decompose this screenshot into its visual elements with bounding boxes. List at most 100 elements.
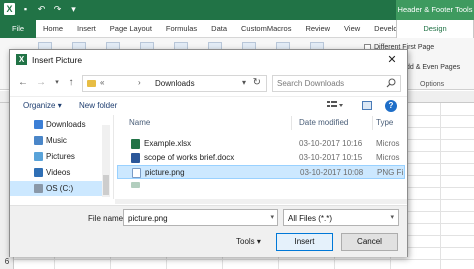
sidebar-item-label: Pictures <box>46 152 75 161</box>
dialog-toolbar: Organize ▾ New folder ? <box>10 96 407 114</box>
tab-insert[interactable]: Insert <box>70 20 103 38</box>
file-date: 03-10-2017 10:08 <box>300 168 364 177</box>
preview-pane-icon[interactable] <box>362 101 372 110</box>
tab-design[interactable]: Design <box>396 20 474 38</box>
file-list: Name Date modified Type Example.xlsx 03-… <box>115 115 407 199</box>
help-icon[interactable]: ? <box>385 100 397 112</box>
chevron-down-icon: ▾ <box>256 237 261 246</box>
sidebar-item-label: Music <box>46 136 67 145</box>
refresh-icon[interactable]: ↻ <box>253 77 261 88</box>
excel-file-icon <box>131 182 140 188</box>
excel-logo-icon: X <box>4 3 15 15</box>
column-header-name[interactable]: Name <box>129 118 150 127</box>
quick-access-toolbar: X ▪ ↶ ↷ ▾ <box>4 3 79 15</box>
options-group-label: Options <box>420 81 445 88</box>
file-name-field[interactable]: picture.png ▾ <box>123 209 278 226</box>
file-list-scrollbar[interactable] <box>115 199 407 204</box>
file-type-select[interactable]: All Files (*.*) ▾ <box>283 209 399 226</box>
column-divider[interactable] <box>291 116 292 130</box>
insert-picture-dialog: X Insert Picture ✕ ← → ▾ ↑ « › Downloads… <box>9 49 408 257</box>
odd-even-pages-option[interactable]: dd & Even Pages <box>406 64 460 71</box>
tab-home[interactable]: Home <box>36 20 70 38</box>
close-icon[interactable]: ✕ <box>381 52 403 68</box>
row-number[interactable]: 6 <box>0 257 14 266</box>
file-name-value: picture.png <box>128 214 168 223</box>
file-type: Micros <box>376 153 400 162</box>
file-row-partial[interactable] <box>117 180 405 192</box>
chevron-down-icon[interactable]: ▾ <box>270 213 274 221</box>
chevron-down-icon: ▾ <box>390 214 394 221</box>
cancel-button[interactable]: Cancel <box>341 233 398 251</box>
gridline <box>14 259 474 260</box>
scrollbar-thumb[interactable] <box>103 175 109 195</box>
new-folder-button[interactable]: New folder <box>79 101 117 110</box>
sidebar-item-music[interactable]: Music <box>10 133 102 148</box>
videos-icon <box>34 168 43 177</box>
file-type: PNG Fi <box>377 168 404 177</box>
breadcrumb-downloads[interactable]: Downloads <box>155 79 195 88</box>
forward-arrow-icon[interactable]: → <box>35 76 47 90</box>
navigation-bar: ← → ▾ ↑ « › Downloads ▾ ↻ Search Downloa… <box>10 72 407 94</box>
file-name: picture.png <box>145 168 185 177</box>
search-input[interactable]: Search Downloads <box>272 75 401 92</box>
breadcrumb-overflow[interactable]: « <box>100 78 104 87</box>
tab-file[interactable]: File <box>0 20 36 38</box>
word-file-icon <box>131 153 140 163</box>
organize-button[interactable]: Organize ▾ <box>23 101 62 110</box>
back-arrow-icon[interactable]: ← <box>17 76 29 90</box>
tab-formulas[interactable]: Formulas <box>159 20 204 38</box>
sidebar-item-label: Videos <box>46 168 71 177</box>
sidebar-item-videos[interactable]: Videos <box>10 165 102 180</box>
file-date: 03-10-2017 10:16 <box>299 139 363 148</box>
drive-icon <box>34 184 43 193</box>
gridline <box>440 103 441 269</box>
image-file-icon <box>132 168 141 178</box>
file-name-label: File name: <box>88 214 126 223</box>
tab-custom-macros[interactable]: CustomMacros <box>234 20 298 38</box>
column-divider[interactable] <box>372 116 373 130</box>
file-type: Micros <box>376 139 400 148</box>
sidebar-item-pictures[interactable]: Pictures <box>10 149 102 164</box>
file-row[interactable]: scope of works brief.docx 03-10-2017 10:… <box>117 151 405 165</box>
dialog-title-bar: X Insert Picture ✕ <box>10 50 407 70</box>
file-date: 03-10-2017 10:15 <box>299 153 363 162</box>
excel-title-bar: X ▪ ↶ ↷ ▾ Header & Footer Tools <box>0 0 474 20</box>
tab-data[interactable]: Data <box>204 20 234 38</box>
search-placeholder: Search Downloads <box>277 79 345 88</box>
column-header-date-modified[interactable]: Date modified <box>299 118 348 127</box>
dialog-title: Insert Picture <box>32 55 83 65</box>
file-row-selected[interactable]: picture.png 03-10-2017 10:08 PNG Fi <box>117 165 405 179</box>
sidebar-item-label: OS (C:) <box>46 184 74 193</box>
customize-qat-icon[interactable]: ▾ <box>68 3 79 15</box>
tab-review[interactable]: Review <box>298 20 337 38</box>
up-arrow-icon[interactable]: ↑ <box>65 76 77 90</box>
undo-icon[interactable]: ↶ <box>36 3 47 15</box>
recent-locations-chevron-icon[interactable]: ▾ <box>51 76 63 90</box>
insert-button[interactable]: Insert <box>276 233 333 251</box>
organize-label: Organize <box>23 101 56 110</box>
chevron-down-icon: ▾ <box>57 101 62 110</box>
ribbon-tabs: File Home Insert Page Layout Formulas Da… <box>0 20 474 38</box>
breadcrumb-separator-icon[interactable]: › <box>138 78 141 87</box>
search-icon <box>386 78 396 88</box>
save-icon[interactable]: ▪ <box>20 3 31 15</box>
sidebar-scrollbar[interactable] <box>102 125 110 197</box>
dialog-footer: File name: picture.png ▾ All Files (*.*)… <box>10 205 407 257</box>
view-options-icon[interactable] <box>327 100 343 111</box>
pictures-icon <box>34 152 43 161</box>
tools-button[interactable]: Tools ▾ <box>236 237 261 246</box>
sidebar-item-downloads[interactable]: Downloads <box>10 117 102 132</box>
column-header-type[interactable]: Type <box>376 118 393 127</box>
sidebar-item-label: Downloads <box>46 120 86 129</box>
address-dropdown-icon[interactable]: ▾ <box>242 78 246 87</box>
tab-page-layout[interactable]: Page Layout <box>103 20 159 38</box>
music-icon <box>34 136 43 145</box>
tab-view[interactable]: View <box>337 20 367 38</box>
sidebar-item-os-drive[interactable]: OS (C:) <box>10 181 102 196</box>
file-row[interactable]: Example.xlsx 03-10-2017 10:16 Micros <box>117 137 405 151</box>
downloads-icon <box>34 120 43 129</box>
redo-icon[interactable]: ↷ <box>52 3 63 15</box>
excel-file-icon <box>131 139 140 149</box>
navigation-pane: Downloads Music Pictures Videos OS (C:) <box>10 115 114 199</box>
address-bar[interactable]: « › Downloads ▾ ↻ <box>82 75 267 92</box>
